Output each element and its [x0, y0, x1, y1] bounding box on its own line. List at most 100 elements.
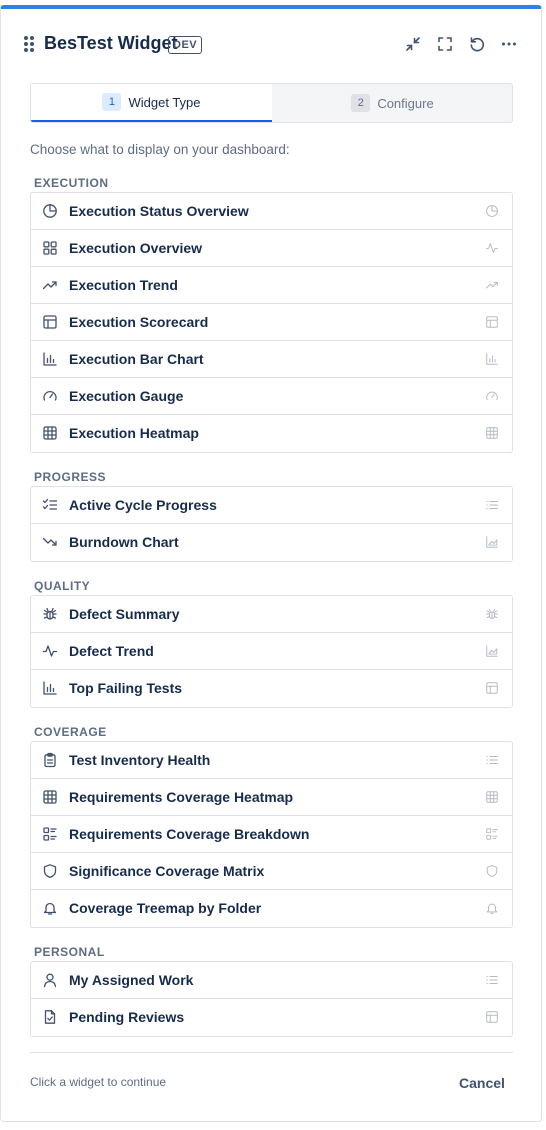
widget-type-icon [42, 388, 58, 404]
widget-option[interactable]: Execution Status Overview [31, 193, 512, 230]
trend-up-icon [485, 281, 498, 289]
widget-preview-icon [485, 315, 499, 329]
table-icon [486, 682, 498, 694]
widget-preview-icon [485, 681, 499, 695]
fullscreen-icon [438, 37, 452, 51]
widget-preview-icon [485, 352, 499, 366]
widget-preview-icon [485, 864, 499, 878]
widget-preview-icon [485, 1010, 499, 1024]
widget-preview-icon [485, 827, 499, 841]
area-chart-icon [486, 645, 498, 657]
widget-list-progress: Active Cycle Progress Burndown Chart [30, 486, 513, 562]
step-number: 2 [351, 94, 371, 112]
widget-option[interactable]: Active Cycle Progress [31, 487, 512, 524]
widget-option[interactable]: Execution Bar Chart [31, 341, 512, 378]
widget-type-icon [42, 606, 58, 622]
step-label: Widget Type [128, 94, 201, 110]
widget-option-label: Execution Overview [69, 240, 203, 256]
gauge-icon [486, 391, 498, 400]
widget-type-icon [42, 752, 58, 768]
widget-type-icon [42, 680, 58, 696]
panel-title: BesTest Widget [44, 33, 178, 53]
widget-option[interactable]: Requirements Coverage Heatmap [31, 779, 512, 816]
area-chart-icon [486, 536, 498, 548]
widget-type-icon [42, 900, 58, 916]
grid-icon [43, 241, 57, 255]
widget-option-label: My Assigned Work [69, 972, 194, 988]
widget-config-panel: BesTest Widget DEV 1 Widget Type 2 Confi… [0, 5, 542, 1122]
clipboard-icon [44, 752, 56, 768]
widget-type-icon [42, 1009, 58, 1025]
widget-option-label: Burndown Chart [69, 534, 179, 550]
bell-icon [486, 903, 498, 914]
widget-type-icon [42, 863, 58, 879]
widget-option-label: Active Cycle Progress [69, 497, 217, 513]
widget-preview-icon [485, 753, 499, 767]
widget-option[interactable]: Test Inventory Health [31, 742, 512, 779]
widget-option-label: Top Failing Tests [69, 680, 183, 696]
widget-option[interactable]: Requirements Coverage Breakdown [31, 816, 512, 853]
widget-list-coverage: Test Inventory Health Requirements Covera… [30, 741, 513, 928]
widget-option[interactable]: Execution Scorecard [31, 304, 512, 341]
widget-option[interactable]: Coverage Treemap by Folder [31, 890, 512, 927]
widget-type-icon [42, 534, 58, 550]
widget-option-label: Defect Trend [69, 643, 154, 659]
widget-type-icon [42, 240, 58, 256]
widget-option-label: Requirements Coverage Breakdown [69, 826, 310, 842]
widget-option[interactable]: Defect Trend [31, 633, 512, 670]
widget-option[interactable]: Burndown Chart [31, 524, 512, 561]
refresh-button[interactable] [466, 33, 488, 55]
minimize-button[interactable] [402, 33, 424, 55]
heatmap-icon [486, 427, 498, 439]
widget-option[interactable]: Execution Heatmap [31, 415, 512, 452]
cancel-button[interactable]: Cancel [451, 1071, 513, 1095]
panel-header: BesTest Widget DEV [1, 9, 541, 73]
section-label-execution: EXECUTION [34, 176, 109, 190]
widget-option-label: Pending Reviews [69, 1009, 185, 1025]
tab-widget-type[interactable]: 1 Widget Type [31, 84, 272, 122]
footer-hint: Click a widget to continue [30, 1075, 167, 1089]
widget-type-icon [42, 789, 58, 805]
heatmap-icon [43, 790, 57, 804]
drag-handle-icon[interactable] [24, 36, 36, 52]
widget-preview-icon [485, 535, 499, 549]
widget-option-label: Execution Status Overview [69, 203, 249, 219]
widget-list-personal: My Assigned Work Pending Reviews [30, 961, 513, 1037]
widget-option[interactable]: Top Failing Tests [31, 670, 512, 707]
fullscreen-button[interactable] [434, 33, 456, 55]
more-icon [502, 42, 516, 46]
bug-icon [43, 607, 57, 620]
list-icon [486, 756, 498, 764]
widget-option[interactable]: Execution Trend [31, 267, 512, 304]
widget-preview-icon [485, 790, 499, 804]
list-icon [486, 976, 498, 984]
widget-type-icon [42, 826, 58, 842]
footer-divider [30, 1052, 513, 1053]
breakdown-icon [43, 827, 57, 841]
widget-option-label: Test Inventory Health [69, 752, 211, 768]
section-label-personal: PERSONAL [34, 945, 105, 959]
widget-option-label: Requirements Coverage Heatmap [69, 789, 294, 805]
more-button[interactable] [498, 33, 520, 55]
widget-option[interactable]: My Assigned Work [31, 962, 512, 999]
widget-type-icon [42, 497, 58, 513]
step-tabs: 1 Widget Type 2 Configure [30, 83, 513, 123]
widget-option[interactable]: Execution Overview [31, 230, 512, 267]
widget-type-icon [42, 314, 58, 330]
step-number: 1 [102, 93, 122, 111]
widget-option[interactable]: Execution Gauge [31, 378, 512, 415]
section-label-coverage: COVERAGE [34, 725, 107, 739]
table-icon [486, 316, 498, 328]
trend-up-icon [42, 281, 57, 290]
widget-option[interactable]: Defect Summary [31, 596, 512, 633]
tab-configure[interactable]: 2 Configure [272, 84, 512, 122]
bar-chart-icon [43, 352, 57, 366]
widget-option[interactable]: Significance Coverage Matrix [31, 853, 512, 890]
list-icon [486, 501, 498, 509]
bell-icon [43, 902, 57, 915]
bar-chart-icon [43, 681, 57, 695]
minimize-icon [406, 37, 420, 51]
widget-preview-icon [485, 241, 499, 255]
widget-preview-icon [485, 389, 499, 403]
widget-option[interactable]: Pending Reviews [31, 999, 512, 1036]
